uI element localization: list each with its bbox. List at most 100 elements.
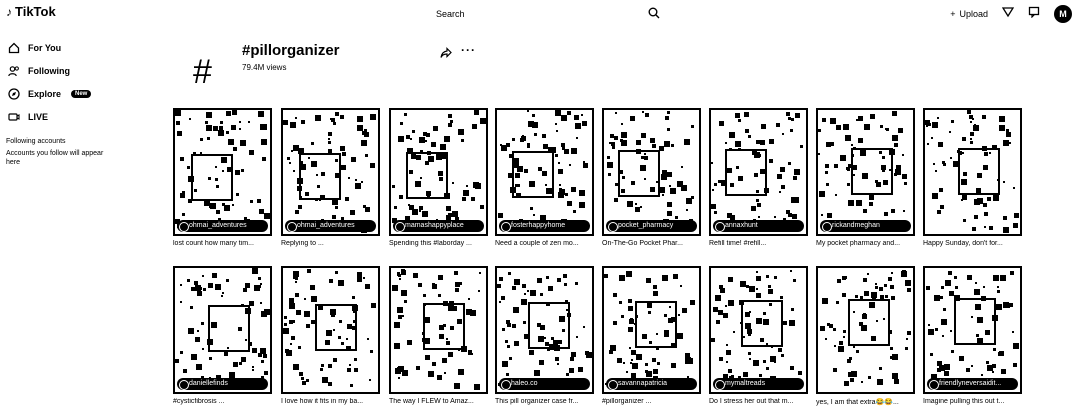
video-caption[interactable]: #cysticfibrosis ... xyxy=(173,398,272,405)
video-caption[interactable]: Need a couple of zen mo... xyxy=(495,240,594,247)
video-thumbnail[interactable]: annaxhunt xyxy=(709,108,808,236)
video-thumbnail[interactable]: daniellefinds xyxy=(173,266,272,394)
video-author[interactable]: rickandmeghan xyxy=(820,220,911,232)
video-author[interactable]: mymaltreads xyxy=(713,378,804,390)
video-author[interactable]: savannapatricia xyxy=(606,378,697,390)
more-options-icon[interactable]: ··· xyxy=(461,43,476,57)
video-thumbnail[interactable]: mamashappyplace xyxy=(389,108,488,236)
video-author[interactable]: daniellefinds xyxy=(177,378,268,390)
video-caption[interactable]: On-The-Go Pocket Phar... xyxy=(602,240,701,247)
video-caption[interactable]: This pill organizer case fr... xyxy=(495,398,594,405)
inbox-filter-icon[interactable] xyxy=(1001,5,1015,23)
thumbnail-image xyxy=(818,111,907,226)
video-caption[interactable]: Happy Sunday, don't for... xyxy=(923,240,1022,247)
top-bar: ♪ TikTok Search + Upload M xyxy=(0,0,1080,28)
video-author[interactable]: friendlyneversaidit... xyxy=(927,378,1018,390)
video-card[interactable]: daniellefinds #cysticfibrosis ... xyxy=(173,266,272,405)
search-bar[interactable]: Search xyxy=(420,4,670,24)
user-avatar[interactable]: M xyxy=(1054,5,1072,23)
video-card[interactable]: mamashappyplace Spending this #laborday .… xyxy=(389,108,488,247)
video-caption[interactable]: I love how it fits in my ba... xyxy=(281,398,380,405)
video-author[interactable]: fosterhappyhome xyxy=(499,220,590,232)
video-thumbnail[interactable] xyxy=(281,266,380,394)
video-thumbnail[interactable]: savannapatricia xyxy=(602,266,701,394)
messages-icon[interactable] xyxy=(1028,5,1040,23)
video-caption[interactable]: lost count how many tim... xyxy=(173,240,272,247)
video-thumbnail[interactable]: haleo.co xyxy=(495,266,594,394)
thumbnail-image xyxy=(392,269,481,390)
video-caption[interactable]: Replying to ... xyxy=(281,240,380,247)
thumbnail-image xyxy=(820,270,911,386)
video-card[interactable]: savannapatricia #pillorganizer ... xyxy=(602,266,701,405)
sidebar-item-label: LIVE xyxy=(28,111,49,122)
video-author[interactable]: ohmai_adventures xyxy=(177,220,268,232)
video-thumbnail[interactable]: fosterhappyhome xyxy=(495,108,594,236)
video-caption[interactable]: yes, I am that extra😂😂... xyxy=(816,398,915,406)
sidebar-item-explore[interactable]: Explore New xyxy=(0,82,160,105)
sidebar-item-following[interactable]: Following xyxy=(0,59,160,82)
upload-button[interactable]: + Upload xyxy=(950,9,988,19)
video-caption[interactable]: My pocket pharmacy and... xyxy=(816,240,915,247)
sidebar-item-live[interactable]: LIVE xyxy=(0,105,160,128)
video-card[interactable]: ohmai_adventureslost count how many tim.… xyxy=(173,108,272,247)
thumbnail-image xyxy=(498,110,588,225)
sidebar: For You Following Explore New LIVE Follo… xyxy=(0,36,160,167)
logo-text: TikTok xyxy=(15,4,56,19)
compass-icon xyxy=(8,87,20,100)
video-thumbnail[interactable]: pocket_pharmacy xyxy=(602,108,701,236)
live-icon xyxy=(8,112,20,121)
video-thumbnail[interactable]: ohmai_adventures xyxy=(281,108,380,236)
thumbnail-image xyxy=(392,110,486,229)
video-thumbnail[interactable]: rickandmeghan xyxy=(816,108,915,236)
search-input[interactable]: Search xyxy=(436,9,465,19)
video-thumbnail[interactable]: friendlyneversaidit... xyxy=(923,266,1022,394)
thumbnail-image xyxy=(926,271,1019,388)
video-caption[interactable]: Do I stress her out that m... xyxy=(709,398,808,405)
tiktok-logo[interactable]: ♪ TikTok xyxy=(6,4,56,19)
tiktok-note-icon: ♪ xyxy=(6,4,12,19)
thumbnail-image xyxy=(925,110,1019,233)
search-icon[interactable] xyxy=(648,6,660,24)
video-thumbnail[interactable] xyxy=(923,108,1022,236)
video-card[interactable]: fosterhappyhome Need a couple of zen mo..… xyxy=(495,108,594,247)
thumbnail-image xyxy=(283,112,376,233)
video-card[interactable]: mymaltreads Do I stress her out that m... xyxy=(709,266,808,405)
share-icon[interactable] xyxy=(440,46,452,64)
video-author[interactable]: haleo.co xyxy=(499,378,590,390)
sidebar-item-label: Explore xyxy=(28,88,62,99)
thumbnail-image xyxy=(711,112,803,230)
video-thumbnail[interactable]: mymaltreads xyxy=(709,266,808,394)
sidebar-item-label: Following xyxy=(28,65,70,76)
video-card[interactable]: haleo.co This pill organizer case fr... xyxy=(495,266,594,405)
video-author[interactable]: annaxhunt xyxy=(713,220,804,232)
thumbnail-image xyxy=(283,269,376,387)
video-thumbnail[interactable] xyxy=(389,266,488,394)
video-author[interactable]: mamashappyplace xyxy=(393,220,484,232)
video-card[interactable]: annaxhunt Refill time! #refill... xyxy=(709,108,808,247)
video-card[interactable]: I love how it fits in my ba... xyxy=(281,266,380,405)
video-card[interactable]: rickandmeghan My pocket pharmacy and... xyxy=(816,108,915,247)
video-author[interactable]: pocket_pharmacy xyxy=(606,220,697,232)
video-card[interactable]: Happy Sunday, don't for... xyxy=(923,108,1022,247)
video-author[interactable]: ohmai_adventures xyxy=(285,220,376,232)
video-thumbnail[interactable]: ohmai_adventures xyxy=(173,108,272,236)
video-card[interactable]: friendlyneversaidit... Imagine pulling th… xyxy=(923,266,1022,405)
hashtag-icon: # xyxy=(193,53,212,91)
video-card[interactable]: ohmai_adventures Replying to ... xyxy=(281,108,380,247)
video-card[interactable]: The way I FLEW to Amaz... xyxy=(389,266,488,405)
video-thumbnail[interactable] xyxy=(816,266,915,394)
video-caption[interactable]: Spending this #laborday ... xyxy=(389,240,488,247)
hashtag-title: #pillorganizer xyxy=(242,42,340,59)
video-caption[interactable]: #pillorganizer ... xyxy=(602,398,701,405)
users-icon xyxy=(8,65,19,76)
sidebar-item-for-you[interactable]: For You xyxy=(0,36,160,59)
following-accounts-description: Accounts you follow will appear here xyxy=(6,150,104,166)
video-card[interactable]: pocket_pharmacy On-The-Go Pocket Phar... xyxy=(602,108,701,247)
thumbnail-image xyxy=(497,272,592,386)
following-accounts-title: Following accounts xyxy=(6,138,66,145)
video-caption[interactable]: The way I FLEW to Amaz... xyxy=(389,398,488,405)
video-caption[interactable]: Imagine pulling this out t... xyxy=(923,398,1022,405)
video-card[interactable]: yes, I am that extra😂😂... xyxy=(816,266,915,406)
video-caption[interactable]: Refill time! #refill... xyxy=(709,240,808,247)
plus-icon: + xyxy=(950,9,956,19)
